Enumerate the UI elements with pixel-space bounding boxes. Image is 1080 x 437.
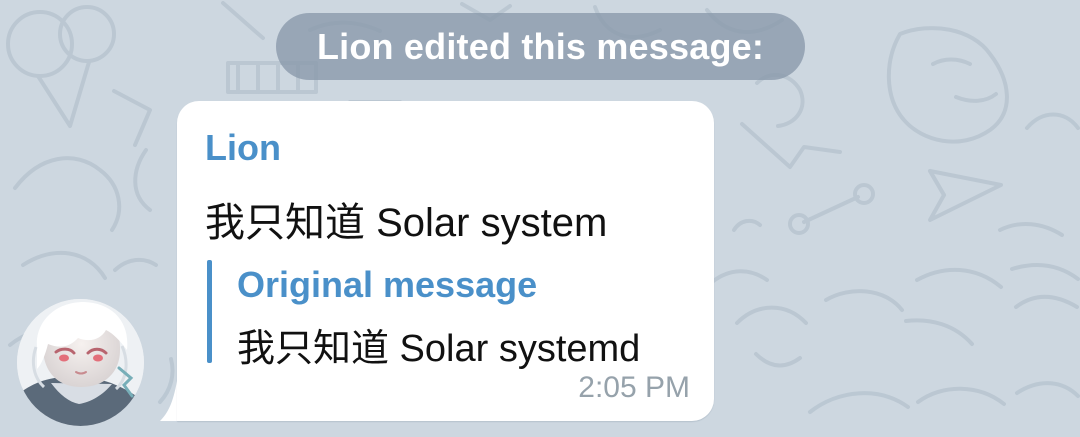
edit-service-message: Lion edited this message: xyxy=(276,13,805,80)
message-time: 2:05 PM xyxy=(578,371,690,404)
edit-service-text: Lion edited this message: xyxy=(316,25,765,67)
message-text: 我只知道 Solar system xyxy=(205,201,608,245)
message-bubble[interactable]: Lion 我只知道 Solar system Original message … xyxy=(160,101,714,421)
quoted-message-title[interactable]: Original message xyxy=(237,264,537,306)
message-bubble-body: Lion 我只知道 Solar system Original message … xyxy=(177,101,714,421)
sender-name[interactable]: Lion xyxy=(205,127,281,169)
quoted-message-text[interactable]: 我只知道 Solar systemd xyxy=(237,317,640,372)
avatar[interactable] xyxy=(17,299,144,426)
anime-character-avatar-icon xyxy=(17,299,144,426)
quote-accent-bar xyxy=(207,260,212,363)
